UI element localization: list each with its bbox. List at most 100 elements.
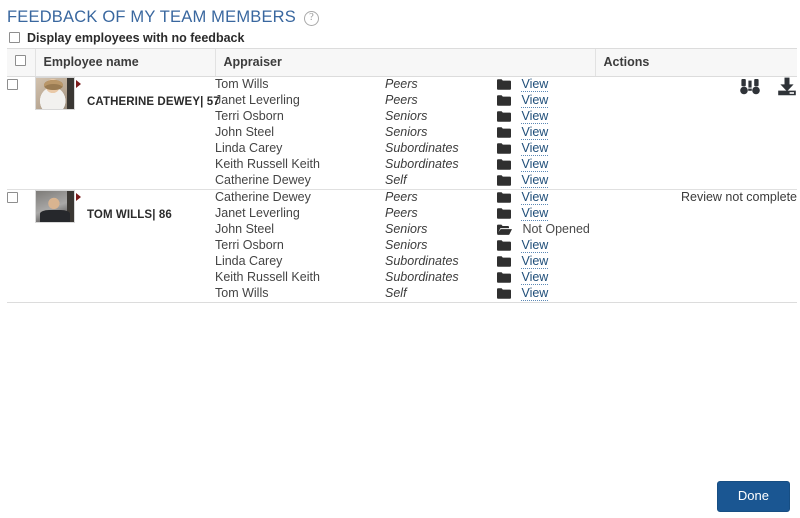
appraiser-name: John Steel <box>215 125 275 139</box>
column-header-appraiser[interactable]: Appraiser <box>215 49 596 77</box>
appraiser-name: Keith Russell Keith <box>215 157 320 171</box>
avatar[interactable] <box>35 190 75 223</box>
folder-closed-icon <box>497 240 511 254</box>
document-cell: View <box>497 109 595 125</box>
employee-group: TOM WILLS| 86 Catherine Dewey Peers View… <box>7 189 797 303</box>
appraiser-relation: Subordinates <box>385 141 459 155</box>
folder-closed-icon <box>497 175 511 189</box>
appraiser-name: Catherine Dewey <box>215 173 311 187</box>
row-select-cell <box>7 77 35 190</box>
display-no-feedback-filter: Display employees with no feedback <box>0 28 800 48</box>
document-cell: View <box>497 286 595 302</box>
page-header: FEEDBACK OF MY TEAM MEMBERS ? <box>0 0 800 28</box>
appraiser-name: Janet Leverling <box>215 206 300 220</box>
folder-closed-icon <box>497 111 511 125</box>
display-no-feedback-label: Display employees with no feedback <box>27 30 245 45</box>
appraiser-name: John Steel <box>215 222 275 236</box>
document-cell: View <box>497 157 595 173</box>
employee-name: CATHERINE DEWEY| 57 <box>87 96 220 108</box>
folder-closed-icon <box>497 143 511 157</box>
view-feedback-link[interactable]: View <box>521 270 549 285</box>
not-opened-label: Not Opened <box>522 222 590 236</box>
display-no-feedback-checkbox[interactable] <box>9 32 20 43</box>
document-cell: View <box>497 173 595 190</box>
row-select-cell <box>7 190 35 303</box>
feedback-team-members-page: FEEDBACK OF MY TEAM MEMBERS ? Display em… <box>0 0 800 518</box>
appraiser-relation: Seniors <box>385 125 428 139</box>
appraiser-relation: Peers <box>385 77 418 91</box>
view-feedback-link[interactable]: View <box>521 109 549 124</box>
appraiser-name: Tom Wills <box>215 286 269 300</box>
binoculars-icon[interactable] <box>739 78 760 101</box>
view-feedback-link[interactable]: View <box>521 190 549 205</box>
row-checkbox[interactable] <box>7 192 18 203</box>
folder-closed-icon <box>497 256 511 270</box>
appraiser-relation: Subordinates <box>385 157 459 171</box>
avatar-expand-caret-icon[interactable] <box>76 80 81 88</box>
view-feedback-link[interactable]: View <box>521 93 549 108</box>
appraiser-relation: Self <box>385 286 407 300</box>
folder-closed-icon <box>497 192 511 206</box>
view-feedback-link[interactable]: View <box>521 254 549 269</box>
folder-closed-icon <box>497 79 511 93</box>
appraiser-name: Linda Carey <box>215 254 283 268</box>
download-icon[interactable] <box>777 77 797 101</box>
document-cell: View <box>497 77 595 94</box>
document-cell: View <box>497 93 595 109</box>
appraiser-name: Tom Wills <box>215 77 269 91</box>
view-feedback-link[interactable]: View <box>521 141 549 156</box>
table-row: CATHERINE DEWEY| 57 Tom Wills Peers View <box>7 77 797 110</box>
footer: Done <box>716 481 790 512</box>
appraiser-name: Linda Carey <box>215 141 283 155</box>
column-header-employee-name[interactable]: Employee name <box>35 49 216 77</box>
table-row: TOM WILLS| 86 Catherine Dewey Peers View… <box>7 190 797 223</box>
table-header: Employee name Appraiser Actions <box>7 49 797 77</box>
document-cell: View <box>497 206 595 222</box>
folder-closed-icon <box>497 127 511 141</box>
select-all-checkbox[interactable] <box>15 55 26 66</box>
avatar-expand-caret-icon[interactable] <box>76 193 81 201</box>
view-feedback-link[interactable]: View <box>521 238 549 253</box>
row-checkbox[interactable] <box>7 79 18 90</box>
appraiser-relation: Seniors <box>385 238 428 252</box>
column-header-actions[interactable]: Actions <box>595 49 797 77</box>
view-feedback-link[interactable]: View <box>521 206 549 221</box>
table-header-row: Employee name Appraiser Actions <box>7 49 797 77</box>
appraiser-name: Keith Russell Keith <box>215 270 320 284</box>
appraiser-name: Terri Osborn <box>215 109 284 123</box>
employee-name: TOM WILLS| 86 <box>87 209 172 221</box>
employee-cell: TOM WILLS| 86 <box>35 190 215 303</box>
appraiser-relation: Peers <box>385 93 418 107</box>
question-circle-icon[interactable]: ? <box>304 10 320 26</box>
appraiser-relation: Peers <box>385 206 418 220</box>
employee-cell: CATHERINE DEWEY| 57 <box>35 77 220 190</box>
page-title: FEEDBACK OF MY TEAM MEMBERS <box>7 7 297 26</box>
appraiser-name: Catherine Dewey <box>215 190 311 204</box>
done-button[interactable]: Done <box>716 481 790 512</box>
avatar[interactable] <box>35 77 75 110</box>
folder-closed-icon <box>497 288 511 302</box>
appraiser-relation: Seniors <box>385 222 428 236</box>
feedback-table: Employee name Appraiser Actions CATHERIN… <box>7 49 797 302</box>
folder-closed-icon <box>497 95 511 109</box>
document-cell: View <box>497 125 595 141</box>
folder-open-icon <box>497 224 512 238</box>
view-feedback-link[interactable]: View <box>521 173 549 188</box>
appraiser-relation: Peers <box>385 190 418 204</box>
folder-closed-icon <box>497 208 511 222</box>
appraiser-relation: Seniors <box>385 109 428 123</box>
folder-closed-icon <box>497 272 511 286</box>
view-feedback-link[interactable]: View <box>521 77 549 92</box>
view-feedback-link[interactable]: View <box>521 286 549 301</box>
appraiser-relation: Self <box>385 173 407 187</box>
document-cell: Not Opened <box>497 222 595 238</box>
appraiser-relation: Subordinates <box>385 270 459 284</box>
appraiser-name: Janet Leverling <box>215 93 300 107</box>
document-cell: View <box>497 238 595 254</box>
document-cell: View <box>497 270 595 286</box>
status-note: Review not complete <box>680 190 797 204</box>
document-cell: View <box>497 141 595 157</box>
actions-cell <box>595 77 797 190</box>
view-feedback-link[interactable]: View <box>521 125 549 140</box>
view-feedback-link[interactable]: View <box>521 157 549 172</box>
